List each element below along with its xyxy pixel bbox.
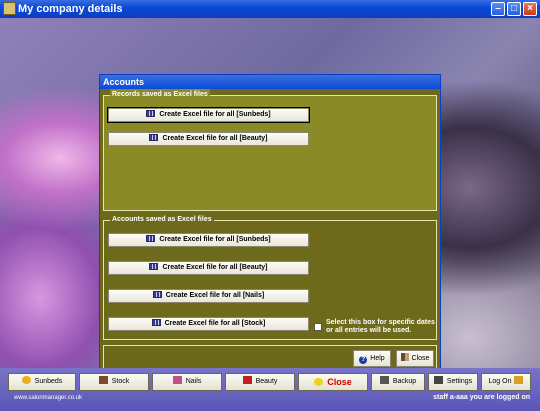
- records-beauty-button[interactable]: Create Excel file for all [Beauty]: [108, 132, 309, 146]
- accounts-beauty-button[interactable]: Create Excel file for all [Beauty]: [108, 261, 309, 275]
- background-image: Accounts Records saved as Excel files Cr…: [0, 18, 540, 368]
- excel-icon: [149, 134, 159, 141]
- main-close-button[interactable]: Close: [298, 373, 368, 391]
- dialog-title: Accounts: [100, 75, 440, 89]
- bottom-toolbar: Sunbeds Stock Nails Beauty Close Backup …: [0, 368, 540, 411]
- backup-button[interactable]: Backup: [371, 373, 425, 391]
- beauty-button[interactable]: Beauty: [225, 373, 295, 391]
- lipstick-icon: [242, 376, 252, 384]
- excel-icon: [151, 319, 161, 326]
- settings-button[interactable]: Settings: [428, 373, 478, 391]
- excel-icon: [149, 263, 159, 270]
- accounts-nails-button[interactable]: Create Excel file for all [Nails]: [108, 289, 309, 303]
- accounts-sunbeds-button[interactable]: Create Excel file for all [Sunbeds]: [108, 233, 309, 247]
- window-title: My company details: [18, 3, 123, 15]
- backup-icon: [379, 376, 389, 384]
- dialog-body: Records saved as Excel files Create Exce…: [100, 89, 440, 368]
- window-close-button[interactable]: ×: [523, 2, 537, 16]
- accounts-dialog: Accounts Records saved as Excel files Cr…: [99, 74, 441, 368]
- logged-on-status: staff a-aaa you are logged on: [433, 394, 530, 401]
- specific-dates-option: Select this box for specific dates or al…: [314, 319, 438, 335]
- excel-icon: [146, 110, 156, 117]
- excel-icon: [146, 235, 156, 242]
- specific-dates-label-2: or all entries will be used.: [326, 327, 412, 334]
- accounts-stock-button[interactable]: Create Excel file for all [Stock]: [108, 317, 309, 331]
- sunbeds-button[interactable]: Sunbeds: [8, 373, 76, 391]
- key-icon: [514, 376, 524, 384]
- website-link[interactable]: www.salonmanager.co.uk: [14, 395, 82, 401]
- logon-button[interactable]: Log On: [481, 373, 531, 391]
- bulb-icon: [314, 378, 324, 386]
- sun-icon: [21, 376, 31, 384]
- stock-button[interactable]: Stock: [79, 373, 149, 391]
- specific-dates-checkbox[interactable]: [314, 323, 322, 331]
- door-icon: [400, 353, 409, 361]
- dialog-footer: ? Help Close: [103, 345, 437, 368]
- records-sunbeds-button[interactable]: Create Excel file for all [Sunbeds]: [107, 107, 310, 123]
- maximize-button[interactable]: □: [507, 2, 521, 16]
- accounts-group-legend: Accounts saved as Excel files: [110, 214, 214, 226]
- excel-icon: [152, 291, 162, 298]
- records-group-legend: Records saved as Excel files: [110, 89, 210, 101]
- minimize-button[interactable]: –: [491, 2, 505, 16]
- dialog-close-button[interactable]: Close: [396, 350, 434, 367]
- help-icon: ?: [359, 356, 368, 364]
- nail-polish-icon: [172, 376, 182, 384]
- records-group: Records saved as Excel files Create Exce…: [103, 89, 437, 211]
- gear-icon: [433, 376, 443, 384]
- window-titlebar: My company details – □ ×: [0, 0, 540, 18]
- specific-dates-label-1: Select this box for specific dates: [326, 319, 435, 326]
- stock-icon: [98, 376, 108, 384]
- help-button[interactable]: ? Help: [353, 350, 391, 367]
- window-controls: – □ ×: [491, 2, 537, 16]
- nails-button[interactable]: Nails: [152, 373, 222, 391]
- app-icon: [3, 2, 16, 15]
